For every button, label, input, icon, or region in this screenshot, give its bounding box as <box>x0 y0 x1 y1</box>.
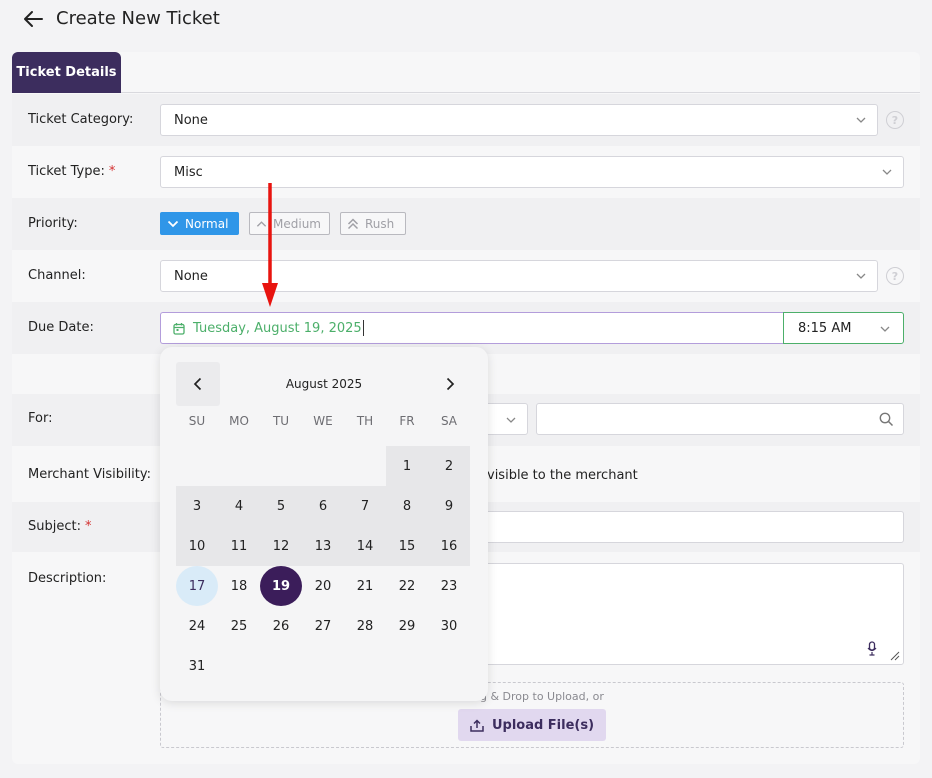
chevron-down-icon <box>856 117 866 123</box>
calendar-day[interactable]: 14 <box>344 526 386 566</box>
weekday-label: SU <box>188 414 206 428</box>
calendar-day[interactable]: 30 <box>428 606 470 646</box>
due-time-value: 8:15 AM <box>798 320 852 336</box>
tab-strip: Ticket Details <box>12 52 920 93</box>
calendar-day[interactable]: 27 <box>302 606 344 646</box>
resize-handle-icon[interactable] <box>890 651 900 661</box>
calendar-day[interactable]: 3 <box>176 486 218 526</box>
chevron-down-icon <box>856 273 866 279</box>
calendar-icon <box>173 322 185 335</box>
calendar-day[interactable]: 2 <box>428 446 470 486</box>
priority-rush-button[interactable]: Rush <box>340 212 406 235</box>
calendar-day[interactable]: 25 <box>218 606 260 646</box>
channel-label: Channel: <box>28 268 86 283</box>
ticket-type-label: Ticket Type: * <box>28 164 116 179</box>
ticket-category-select[interactable]: None <box>160 104 878 136</box>
weekday-label: FR <box>399 414 415 428</box>
top-bar: Create New Ticket <box>0 0 932 44</box>
calendar-day[interactable]: 1 <box>386 446 428 486</box>
ticket-type-value: Misc <box>174 164 203 180</box>
due-date-label: Due Date: <box>28 320 94 335</box>
channel-value: None <box>174 268 208 284</box>
next-month-button[interactable] <box>428 362 472 406</box>
weekday-label: TH <box>356 414 374 428</box>
calendar-day[interactable]: 13 <box>302 526 344 566</box>
calendar-day[interactable]: 20 <box>302 566 344 606</box>
calendar-day[interactable]: 29 <box>386 606 428 646</box>
text-caret <box>362 320 364 336</box>
calendar-day[interactable]: 5 <box>260 486 302 526</box>
calendar-day[interactable]: 24 <box>176 606 218 646</box>
subject-input[interactable] <box>480 511 904 543</box>
calendar-day[interactable]: 22 <box>386 566 428 606</box>
calendar-day[interactable]: 8 <box>386 486 428 526</box>
microphone-icon[interactable] <box>867 641 877 656</box>
calendar-day[interactable]: 28 <box>344 606 386 646</box>
due-time-select[interactable]: 8:15 AM <box>783 312 904 344</box>
upload-hint: g & Drop to Upload, or <box>480 690 604 703</box>
calendar-day[interactable]: 16 <box>428 526 470 566</box>
merchant-visibility-text: visible to the merchant <box>487 468 638 483</box>
row-priority <box>12 198 920 250</box>
chevron-down-icon <box>167 220 179 227</box>
due-date-input[interactable]: Tuesday, August 19, 2025 <box>160 312 784 344</box>
calendar-day[interactable]: 31 <box>176 646 218 686</box>
for-search-input[interactable] <box>536 403 904 435</box>
chevron-down-icon <box>882 169 892 175</box>
calendar-day[interactable]: 11 <box>218 526 260 566</box>
description-label: Description: <box>28 571 107 586</box>
calendar-day[interactable]: 17 <box>176 566 218 606</box>
description-textarea[interactable] <box>480 563 904 665</box>
tab-ticket-details[interactable]: Ticket Details <box>12 52 121 93</box>
calendar-day[interactable]: 26 <box>260 606 302 646</box>
priority-label: Priority: <box>28 216 78 231</box>
annotation-arrow <box>262 183 278 307</box>
due-date-value: Tuesday, August 19, 2025 <box>193 320 362 336</box>
page-title: Create New Ticket <box>56 8 220 29</box>
calendar-day[interactable]: 6 <box>302 486 344 526</box>
chevron-down-icon <box>880 326 890 332</box>
weekday-label: WE <box>313 414 333 428</box>
calendar-day[interactable]: 19 <box>260 566 302 606</box>
weekday-label: SA <box>440 414 458 428</box>
upload-files-button[interactable]: Upload File(s) <box>458 709 606 741</box>
calendar-day[interactable]: 10 <box>176 526 218 566</box>
calendar-day[interactable]: 21 <box>344 566 386 606</box>
for-label: For: <box>28 411 53 426</box>
calendar-day[interactable]: 4 <box>218 486 260 526</box>
calendar-day[interactable]: 18 <box>218 566 260 606</box>
chevron-down-icon <box>506 417 516 423</box>
ticket-category-value: None <box>174 112 208 128</box>
weekday-label: TU <box>272 414 290 428</box>
date-picker-popup: August 2025 SU MO TU WE TH FR SA 1 2 3 4 5 6 7 8 9 10 11… <box>160 347 488 701</box>
chevron-right-icon <box>446 377 455 391</box>
upload-icon <box>470 718 484 732</box>
calendar-day[interactable]: 12 <box>260 526 302 566</box>
priority-normal-button[interactable]: Normal <box>160 212 239 235</box>
required-marker: * <box>108 164 116 179</box>
search-icon <box>879 412 894 427</box>
required-marker: * <box>84 519 92 534</box>
help-icon[interactable]: ? <box>886 267 904 285</box>
ticket-category-label: Ticket Category: <box>28 112 134 127</box>
weekday-label: MO <box>229 414 249 428</box>
merchant-visibility-label: Merchant Visibility: <box>28 467 152 482</box>
back-arrow-icon[interactable] <box>20 7 46 31</box>
calendar-day[interactable]: 7 <box>344 486 386 526</box>
calendar-day[interactable]: 15 <box>386 526 428 566</box>
double-chevron-up-icon <box>347 217 359 229</box>
subject-label: Subject: * <box>28 519 92 534</box>
help-icon[interactable]: ? <box>886 111 904 129</box>
calendar-day[interactable]: 9 <box>428 486 470 526</box>
calendar-day[interactable]: 23 <box>428 566 470 606</box>
